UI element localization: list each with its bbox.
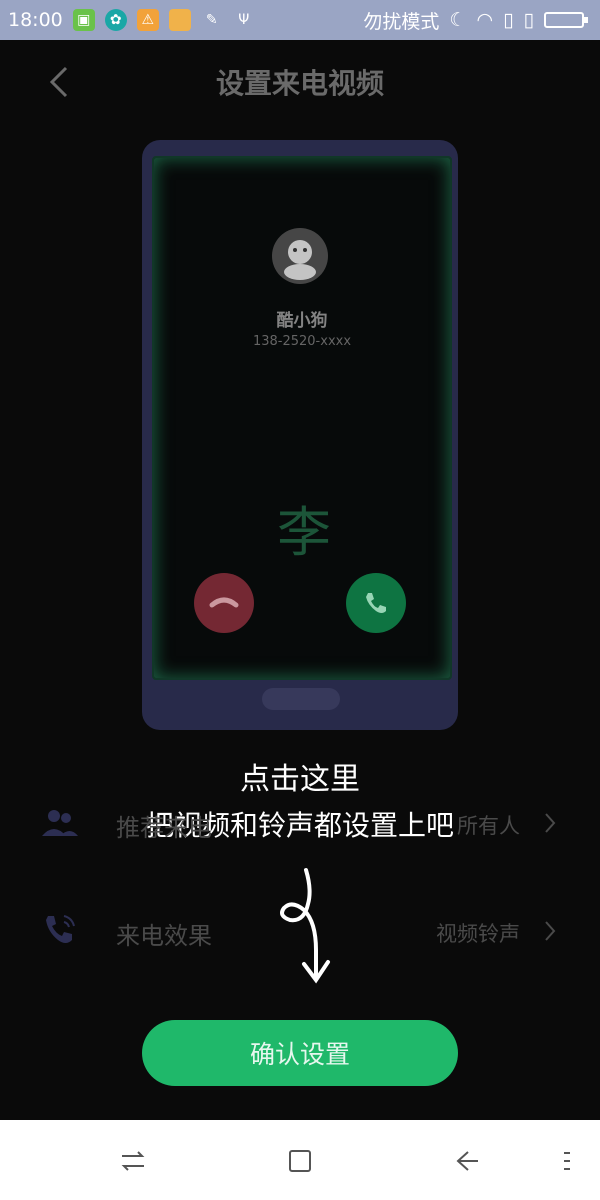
phone-screen: 酷小狗 138-2520-xxxx 李 <box>152 156 452 680</box>
people-icon <box>42 810 78 836</box>
android-icon: ▣ <box>72 9 95 31</box>
accept-call-button[interactable] <box>346 573 406 633</box>
usb-icon: Ψ <box>238 12 250 28</box>
effect-label: 来电效果 <box>116 922 212 950</box>
dnd-text: 勿扰模式 <box>363 10 440 33</box>
home-icon[interactable] <box>283 1144 317 1178</box>
recommend-label: 推荐来电 <box>116 814 212 842</box>
folder-icon <box>168 9 191 31</box>
setting-row-recommend[interactable]: 推荐来电 所有人 <box>0 784 600 864</box>
page-title: 设置来电视频 <box>215 67 384 100</box>
app: 设置来电视频 酷小狗 138-2520-xxxx 李 点击这里 把视频和铃声都设… <box>0 40 600 1120</box>
chevron-right-icon <box>545 813 556 833</box>
caller-avatar <box>272 228 328 284</box>
sim2-icon: ▯ <box>523 9 534 31</box>
phone-icon <box>366 593 386 613</box>
status-time: 18:00 <box>8 9 63 31</box>
navigation-bar <box>0 1120 600 1200</box>
confirm-button[interactable]: 确认设置 <box>142 1020 458 1086</box>
moon-icon: ☾ <box>449 9 467 31</box>
watermark: 李 <box>277 501 331 564</box>
caller-number: 138-2520-xxxx <box>252 334 352 349</box>
hangup-icon <box>209 597 239 608</box>
battery-icon <box>544 12 588 28</box>
brush-icon: ✎ <box>205 12 218 28</box>
curved-arrow-icon <box>280 868 330 984</box>
status-bar: 18:00 ▣ ✿ ⚠ ✎ Ψ 勿扰模式 ☾ ◠ ▯ ▯ <box>0 0 600 40</box>
phone-home-button <box>262 688 340 710</box>
status-left: 18:00 ▣ ✿ ⚠ ✎ Ψ <box>0 9 255 31</box>
chevron-right-icon <box>545 921 556 941</box>
dog-avatar-icon <box>284 240 316 280</box>
app-swirl-icon: ✿ <box>104 9 127 31</box>
recommend-value: 所有人 <box>457 814 520 838</box>
phone-ring-icon <box>46 915 75 943</box>
effect-value: 视频铃声 <box>436 922 520 946</box>
switch-apps-icon[interactable] <box>116 1144 150 1178</box>
warning-icon: ⚠ <box>136 9 159 31</box>
decline-call-button[interactable] <box>194 573 254 633</box>
back-icon[interactable] <box>450 1144 484 1178</box>
status-right: 勿扰模式 ☾ ◠ ▯ ▯ <box>363 7 600 34</box>
wifi-icon: ◠ <box>476 9 494 31</box>
menu-icon[interactable] <box>550 1144 584 1178</box>
header: 设置来电视频 <box>0 40 600 124</box>
sim1-icon: ▯ <box>503 9 514 31</box>
phone-preview[interactable]: 酷小狗 138-2520-xxxx 李 <box>142 140 458 730</box>
caller-name: 酷小狗 <box>276 311 328 331</box>
